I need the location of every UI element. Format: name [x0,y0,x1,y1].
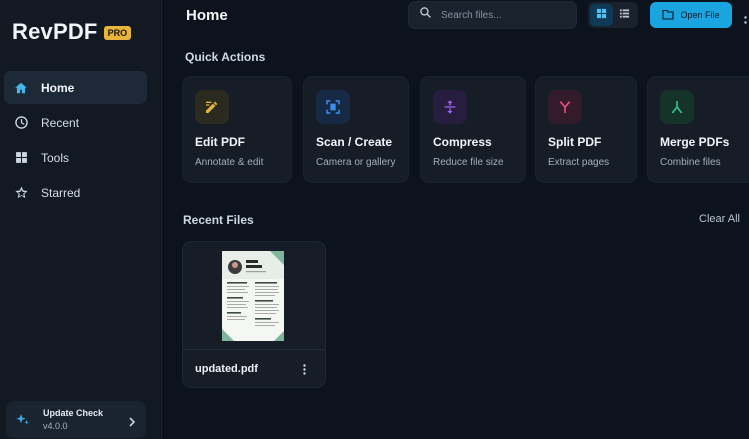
page-title: Home [186,7,228,24]
card-title: Scan / Create [316,135,393,149]
app-version: v4.0.0 [43,421,68,431]
card-subtitle: Extract pages [548,157,610,168]
scan-icon [316,90,350,124]
card-title: Edit PDF [195,135,245,149]
sparkle-icon [15,412,31,428]
open-file-button[interactable]: Open File [650,2,732,28]
folder-icon [662,9,680,22]
open-file-label: Open File [680,10,720,20]
recent-files-title: Recent Files [183,213,254,227]
sidebar-item-label: Tools [41,150,70,165]
list-view-icon [619,6,630,24]
search-input[interactable] [441,9,561,21]
clear-all-button[interactable]: Clear All [699,213,740,225]
grid-view-button[interactable] [590,4,613,26]
sidebar-item-label: Starred [41,185,81,200]
grid-icon [13,150,29,166]
sidebar-item-starred[interactable]: Starred [4,176,147,209]
app-logo: RevPDF PRO [12,19,132,45]
more-options-icon[interactable] [744,11,747,24]
sidebar-item-home[interactable]: Home [4,71,147,104]
sidebar-item-recent[interactable]: Recent [4,106,147,139]
search-box[interactable] [408,1,577,29]
file-card[interactable]: updated.pdf [182,241,326,388]
grid-view-icon [596,6,607,24]
compress-icon [433,90,467,124]
search-icon [419,6,432,24]
sidebar-item-label: Home [41,80,75,95]
pro-badge: PRO [103,26,132,40]
list-view-button[interactable] [613,4,636,26]
file-menu-icon[interactable] [298,362,310,376]
chevron-right-icon [128,414,136,432]
card-subtitle: Camera or gallery [316,157,396,168]
view-toggle [588,2,638,28]
sidebar-item-label: Recent [41,115,80,130]
update-title: Update Check [43,408,104,418]
merge-pdfs-card[interactable]: Merge PDFs Combine files [647,76,749,183]
card-title: Compress [433,135,492,149]
card-subtitle: Combine files [660,157,721,168]
edit-icon [195,90,229,124]
update-check-button[interactable]: Update Check v4.0.0 [6,401,146,438]
quick-actions: Edit PDF Annotate & edit Scan / Create C… [182,76,749,183]
star-icon [13,185,29,201]
home-icon [13,80,29,96]
scan-create-card[interactable]: Scan / Create Camera or gallery [303,76,409,183]
compress-card[interactable]: Compress Reduce file size [420,76,526,183]
file-thumbnail [222,251,284,341]
app-name: RevPDF [12,19,98,44]
card-subtitle: Reduce file size [433,157,504,168]
merge-icon [660,90,694,124]
file-name: updated.pdf [195,363,258,375]
split-pdf-card[interactable]: Split PDF Extract pages [535,76,637,183]
quick-actions-title: Quick Actions [185,50,266,64]
clock-icon [13,115,29,131]
sidebar-nav: Home Recent Tools Starred [4,71,147,211]
card-title: Split PDF [548,135,602,149]
file-thumbnail-area [183,242,325,350]
sidebar-item-tools[interactable]: Tools [4,141,147,174]
edit-pdf-card[interactable]: Edit PDF Annotate & edit [182,76,292,183]
split-icon [548,90,582,124]
card-subtitle: Annotate & edit [195,157,264,168]
card-title: Merge PDFs [660,135,730,149]
sidebar: RevPDF PRO Home Recent Tools Starred Upd… [0,0,162,439]
